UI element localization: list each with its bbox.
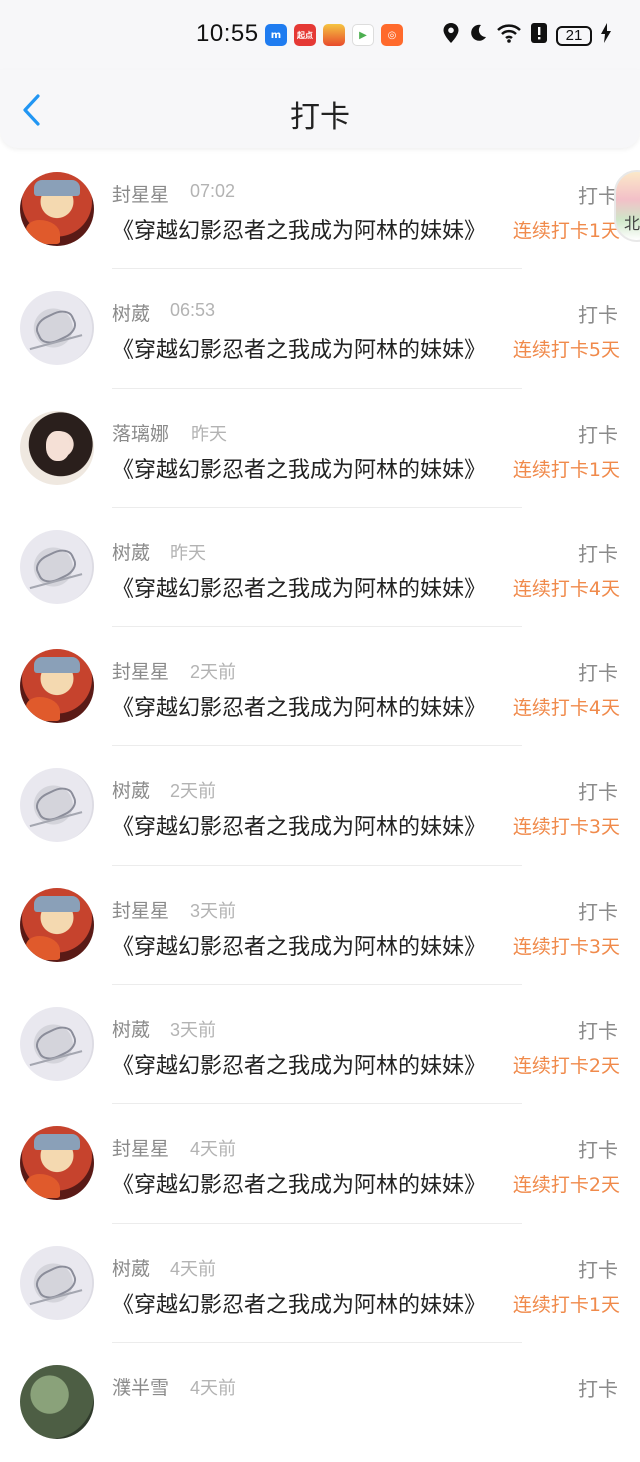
list-item[interactable]: 封星星 4天前 打卡 《穿越幻影忍者之我成为阿林的妹妹》 连续打卡2天 [0, 1104, 640, 1224]
user-name[interactable]: 封星星 [112, 180, 169, 207]
book-title[interactable]: 《穿越幻影忍者之我成为阿林的妹妹》 [112, 1167, 504, 1199]
checkin-tag: 打卡 [578, 1019, 618, 1044]
avatar[interactable] [20, 410, 94, 485]
book-title[interactable]: 《穿越幻影忍者之我成为阿林的妹妹》 [112, 809, 504, 841]
checkin-tag: 打卡 [578, 422, 618, 447]
book-title[interactable]: 《穿越幻影忍者之我成为阿林的妹妹》 [112, 332, 504, 364]
checkin-tag: 打卡 [578, 899, 618, 924]
checkin-time: 4天前 [190, 1139, 237, 1160]
list-item[interactable]: 落璃娜 昨天 打卡 《穿越幻影忍者之我成为阿林的妹妹》 连续打卡1天 [0, 389, 640, 508]
streak-label: 连续打卡4天 [512, 577, 620, 600]
charging-icon [600, 22, 612, 49]
wifi-icon [496, 22, 522, 49]
battery-indicator: 21 [556, 25, 592, 46]
app-icon-orange [323, 24, 345, 46]
header: 打卡 [0, 70, 640, 148]
user-name[interactable]: 树葳 [112, 538, 150, 565]
user-name[interactable]: 树葳 [112, 776, 150, 803]
alert-icon [530, 22, 548, 49]
user-name[interactable]: 濮半雪 [112, 1373, 169, 1400]
book-title[interactable]: 《穿越幻影忍者之我成为阿林的妹妹》 [112, 690, 504, 722]
app-icon-qidian: 起点 [294, 24, 316, 46]
checkin-tag: 打卡 [578, 1376, 618, 1401]
list-item[interactable]: 树葳 3天前 打卡 《穿越幻影忍者之我成为阿林的妹妹》 连续打卡2天 [0, 985, 640, 1105]
avatar[interactable] [20, 1126, 94, 1201]
checkin-time: 3天前 [170, 1020, 217, 1041]
avatar[interactable] [20, 768, 94, 843]
list-item[interactable]: 树葳 昨天 打卡 《穿越幻影忍者之我成为阿林的妹妹》 连续打卡4天 [0, 508, 640, 628]
checkin-time: 2天前 [170, 781, 217, 802]
checkin-tag: 打卡 [578, 541, 618, 566]
streak-label: 连续打卡1天 [512, 1293, 620, 1316]
checkin-list: 封星星 07:02 打卡 《穿越幻影忍者之我成为阿林的妹妹》 连续打卡1天 树葳… [0, 150, 640, 1462]
avatar[interactable] [20, 1245, 94, 1320]
user-name[interactable]: 树葳 [112, 299, 150, 326]
book-title[interactable]: 《穿越幻影忍者之我成为阿林的妹妹》 [112, 213, 504, 245]
checkin-time: 4天前 [170, 1258, 217, 1279]
streak-label: 连续打卡1天 [512, 220, 620, 242]
avatar[interactable] [20, 172, 94, 246]
checkin-time: 昨天 [191, 423, 227, 444]
streak-label: 连续打卡2天 [512, 1055, 620, 1078]
status-bar: 10:55 m 起点 ▶ ◎ 21 [0, 0, 640, 70]
page-title: 打卡 [290, 100, 350, 135]
user-name[interactable]: 封星星 [112, 896, 169, 923]
status-app-icons: m 起点 ▶ ◎ [265, 24, 403, 46]
user-name[interactable]: 树葳 [112, 1015, 150, 1042]
avatar[interactable] [20, 649, 94, 724]
checkin-tag: 打卡 [578, 184, 618, 208]
checkin-time: 4天前 [190, 1377, 237, 1398]
list-item[interactable]: 封星星 3天前 打卡 《穿越幻影忍者之我成为阿林的妹妹》 连续打卡3天 [0, 866, 640, 986]
floating-edge-badge[interactable]: 北 [614, 170, 640, 242]
user-name[interactable]: 封星星 [112, 1134, 169, 1161]
streak-label: 连续打卡4天 [512, 697, 620, 720]
status-indicators: 21 [442, 22, 612, 49]
checkin-time: 昨天 [170, 542, 206, 563]
streak-label: 连续打卡1天 [512, 458, 620, 481]
book-title[interactable]: 《穿越幻影忍者之我成为阿林的妹妹》 [112, 929, 504, 961]
user-name[interactable]: 树葳 [112, 1254, 150, 1281]
app-icon-m: m [265, 24, 287, 46]
avatar[interactable] [20, 529, 94, 604]
list-item[interactable]: 树葳 06:53 打卡 《穿越幻影忍者之我成为阿林的妹妹》 连续打卡5天 [0, 269, 640, 389]
avatar[interactable] [20, 887, 94, 962]
list-item[interactable]: 树葳 2天前 打卡 《穿越幻影忍者之我成为阿林的妹妹》 连续打卡3天 [0, 746, 640, 866]
list-item[interactable]: 封星星 07:02 打卡 《穿越幻影忍者之我成为阿林的妹妹》 连续打卡1天 [0, 150, 640, 270]
edge-badge-text: 北 [624, 214, 640, 233]
book-title[interactable]: 《穿越幻影忍者之我成为阿林的妹妹》 [112, 1048, 504, 1080]
checkin-time: 06:53 [170, 300, 216, 321]
user-name[interactable]: 封星星 [112, 657, 169, 684]
book-title[interactable]: 《穿越幻影忍者之我成为阿林的妹妹》 [112, 1287, 504, 1319]
checkin-tag: 打卡 [578, 780, 618, 805]
checkin-time: 2天前 [190, 662, 237, 683]
moon-icon [468, 23, 488, 48]
list-item[interactable]: 濮半雪 4天前 打卡 [0, 1343, 640, 1462]
location-icon [442, 22, 460, 49]
streak-label: 连续打卡5天 [512, 339, 620, 362]
checkin-time: 07:02 [190, 181, 236, 201]
checkin-tag: 打卡 [578, 661, 618, 686]
app-icon-video: ▶ [352, 24, 374, 46]
status-time: 10:55 [196, 20, 259, 47]
book-title[interactable]: 《穿越幻影忍者之我成为阿林的妹妹》 [112, 571, 504, 603]
streak-label: 连续打卡3天 [512, 816, 620, 839]
checkin-tag: 打卡 [578, 1138, 618, 1163]
book-title[interactable]: 《穿越幻影忍者之我成为阿林的妹妹》 [112, 452, 504, 484]
avatar[interactable] [20, 291, 94, 366]
list-item[interactable]: 树葳 4天前 打卡 《穿越幻影忍者之我成为阿林的妹妹》 连续打卡1天 [0, 1224, 640, 1343]
avatar[interactable] [20, 1007, 94, 1082]
checkin-tag: 打卡 [578, 1257, 618, 1282]
checkin-time: 3天前 [190, 900, 237, 921]
user-name[interactable]: 落璃娜 [112, 419, 169, 446]
streak-label: 连续打卡2天 [512, 1174, 620, 1197]
checkin-tag: 打卡 [578, 303, 618, 328]
streak-label: 连续打卡3天 [512, 935, 620, 958]
app-icon-kuaishou: ◎ [381, 24, 403, 46]
list-item[interactable]: 封星星 2天前 打卡 《穿越幻影忍者之我成为阿林的妹妹》 连续打卡4天 [0, 627, 640, 747]
avatar[interactable] [20, 1364, 94, 1439]
